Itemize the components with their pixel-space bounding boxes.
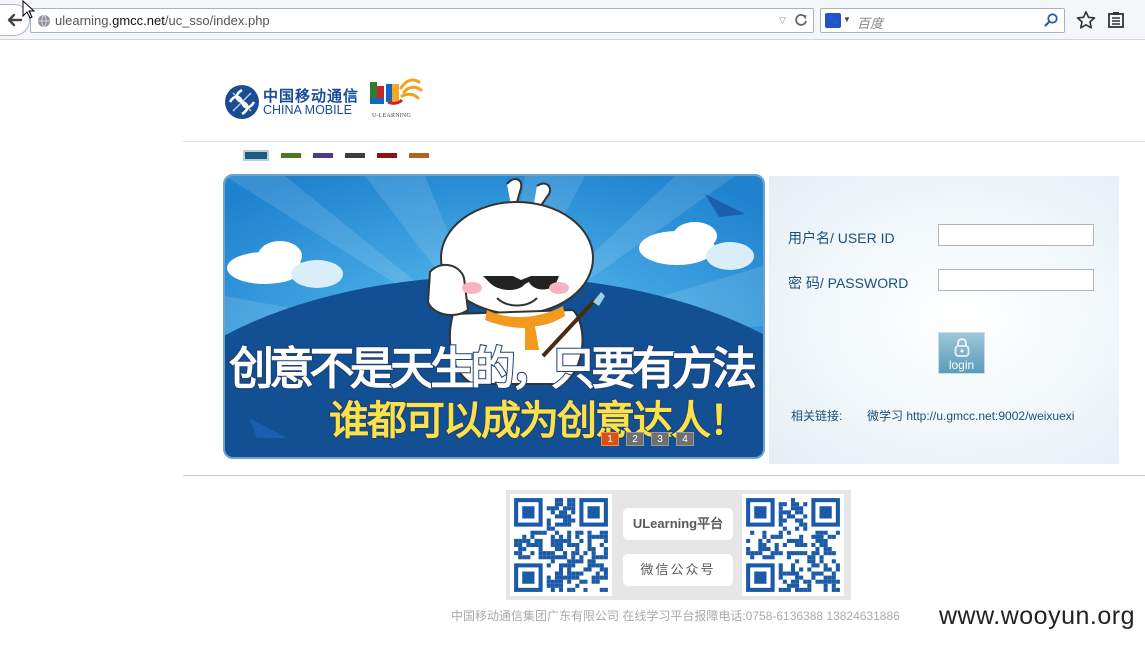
ulearning-platform-tag: ULearning平台	[623, 508, 733, 540]
url-text: ulearning.gmcc.net/uc_sso/index.php	[55, 13, 270, 28]
wechat-account-tag: 微信公众号	[623, 554, 733, 586]
wechat-qr-code	[742, 494, 844, 596]
ulearning-logo-text: U-LEARNING	[372, 113, 411, 119]
theme-swatch[interactable]	[377, 153, 397, 158]
browser-toolbar: ulearning.gmcc.net/uc_sso/index.php ▽ 🐾 …	[0, 0, 1145, 40]
mouse-cursor-icon	[22, 0, 36, 19]
reload-icon[interactable]	[793, 12, 809, 28]
slide-pager-button[interactable]: 4	[676, 432, 694, 446]
theme-swatch[interactable]	[281, 153, 301, 158]
login-panel: 用户名/ USER ID 密 码/ PASSWORD login 相关链接: 微…	[769, 176, 1119, 464]
back-arrow-icon	[7, 13, 22, 27]
theme-swatch[interactable]	[345, 153, 365, 158]
banner-illustration: 创意不是天生的，只要有方法 谁都可以成为创意达人！	[225, 176, 763, 457]
baidu-paw-icon[interactable]: 🐾	[825, 13, 841, 28]
password-input[interactable]	[938, 269, 1094, 291]
url-history-dropdown-icon[interactable]: ▽	[779, 15, 786, 26]
login-button-label: login	[948, 358, 975, 372]
theme-swatch[interactable]	[243, 150, 269, 161]
theme-swatch[interactable]	[409, 153, 429, 158]
ulearning-qr-code	[510, 494, 612, 596]
login-button[interactable]: login	[938, 332, 985, 374]
bookmarks-list-icon[interactable]	[1107, 11, 1125, 29]
slide-pager-button[interactable]: 1	[601, 432, 619, 446]
password-label: 密 码/ PASSWORD	[788, 275, 909, 291]
ulearning-logo-icon	[370, 78, 423, 105]
lock-icon	[954, 338, 970, 357]
url-bar[interactable]: ulearning.gmcc.net/uc_sso/index.php ▽	[30, 8, 814, 33]
footer-support-info: 中国移动通信集团广东有限公司 在线学习平台报障电话:0758-6136388 1…	[451, 609, 900, 623]
qr-code-strip: ULearning平台 微信公众号	[506, 490, 851, 600]
banner-headline: 创意不是天生的，只要有方法	[228, 342, 757, 395]
slide-pager-button[interactable]: 3	[651, 432, 669, 446]
content-divider	[183, 475, 1145, 476]
slide-pager-button[interactable]: 2	[626, 432, 644, 446]
related-links-label: 相关链接:	[791, 409, 843, 423]
china-mobile-logo-icon	[225, 85, 259, 119]
username-input[interactable]	[938, 224, 1094, 246]
weixuexi-link[interactable]: 微学习 http://u.gmcc.net:9002/weixuexi	[867, 407, 1074, 424]
username-label: 用户名/ USER ID	[788, 230, 895, 246]
engine-dropdown-icon[interactable]: ▼	[843, 15, 851, 24]
search-icon[interactable]	[1043, 12, 1059, 28]
bookmark-star-icon[interactable]	[1076, 10, 1096, 30]
theme-swatch[interactable]	[313, 153, 333, 158]
wooyun-watermark: www.wooyun.org	[939, 602, 1135, 630]
header-divider	[183, 141, 1145, 142]
search-bar[interactable]: 🐾 ▼ 百度	[820, 8, 1065, 33]
search-placeholder: 百度	[857, 16, 884, 31]
qr-code-icon	[746, 498, 840, 592]
qr-code-icon	[514, 498, 608, 592]
china-mobile-en-name: CHINA MOBILE	[263, 103, 352, 117]
globe-icon	[38, 14, 50, 28]
banner-slideshow[interactable]: 创意不是天生的，只要有方法 谁都可以成为创意达人！	[223, 174, 765, 459]
